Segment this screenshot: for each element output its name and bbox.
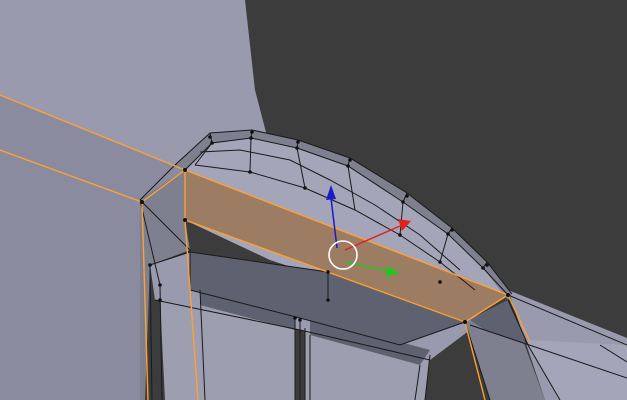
viewport-canvas[interactable] bbox=[0, 0, 627, 400]
3d-viewport[interactable] bbox=[0, 0, 627, 400]
